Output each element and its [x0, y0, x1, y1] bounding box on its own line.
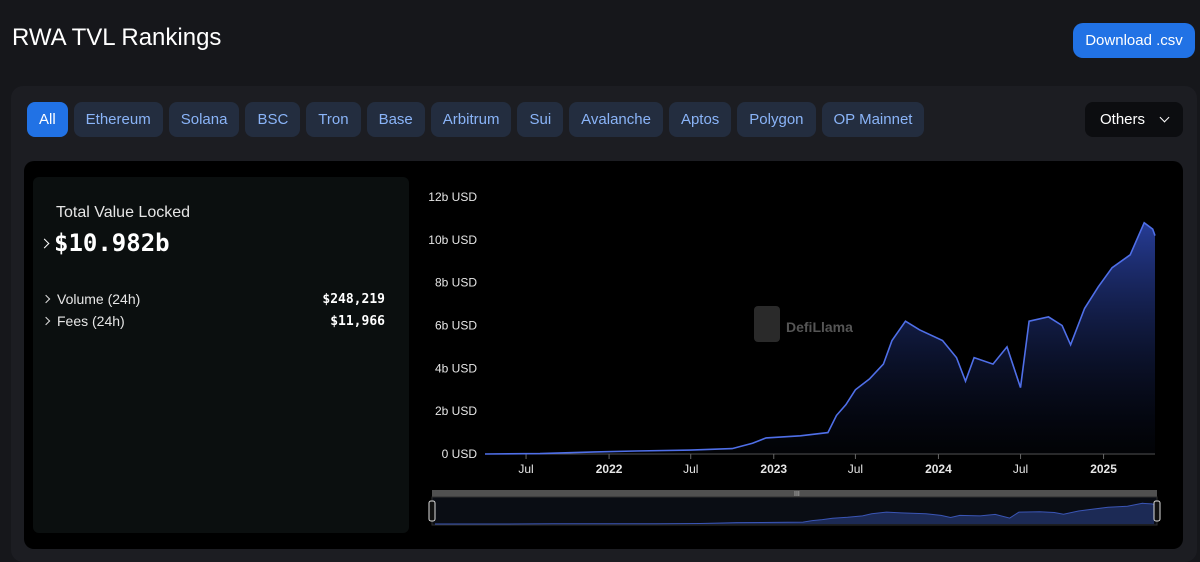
x-tick-label: Jul — [848, 462, 863, 476]
chart-container: Total Value Locked $10.982b Volume (24h)… — [24, 161, 1183, 549]
tab-solana[interactable]: Solana — [168, 102, 240, 137]
tab-arbitrum[interactable]: Arbitrum — [430, 102, 512, 137]
tab-polygon[interactable]: Polygon — [737, 102, 816, 137]
x-tick-label: Jul — [683, 462, 698, 476]
tab-base[interactable]: Base — [366, 102, 425, 137]
slider-left-handle[interactable] — [428, 500, 436, 522]
y-tick-label: 2b USD — [435, 404, 477, 418]
y-tick-label: 10b USD — [428, 233, 477, 247]
watermark-text: DefiLlama — [786, 319, 853, 335]
y-tick-label: 6b USD — [435, 319, 477, 333]
y-tick-label: 4b USD — [435, 361, 477, 375]
y-tick-label: 0 USD — [442, 447, 478, 461]
tab-tron[interactable]: Tron — [306, 102, 361, 137]
zoom-slider[interactable]: III — [428, 490, 1161, 526]
tvl-chart: DefiLlama 0 USD 2b USD 4b USD 6b USD 8b USD 1… — [428, 190, 1161, 526]
tab-sui[interactable]: Sui — [517, 102, 564, 137]
rankings-panel: All Ethereum Solana BSC Tron Base Arbitrum Sui A… — [11, 86, 1197, 562]
x-tick-label: 2024 — [925, 462, 952, 476]
x-tick-label: 2023 — [760, 462, 787, 476]
download-csv-button[interactable]: Download .csv — [1073, 23, 1195, 58]
watermark: DefiLlama — [754, 306, 853, 342]
slider-right-handle[interactable] — [1153, 500, 1161, 522]
tab-ethereum[interactable]: Ethereum — [73, 102, 163, 137]
others-dropdown[interactable]: Others — [1085, 102, 1183, 137]
tab-all[interactable]: All — [27, 102, 68, 137]
y-tick-label: 12b USD — [428, 190, 477, 204]
y-tick-label: 8b USD — [435, 276, 477, 290]
chevron-down-icon — [1159, 112, 1170, 123]
x-tick-label: 2025 — [1090, 462, 1117, 476]
tvl-area — [485, 222, 1155, 454]
defillama-logo-icon — [754, 306, 780, 342]
page-title: RWA TVL Rankings — [12, 24, 222, 51]
others-label: Others — [1099, 111, 1145, 128]
x-tick-label: Jul — [518, 462, 533, 476]
tab-aptos[interactable]: Aptos — [668, 102, 732, 137]
tab-avalanche[interactable]: Avalanche — [569, 102, 663, 137]
slider-grip-icon[interactable]: III — [794, 491, 800, 498]
x-tick-label: Jul — [1013, 462, 1028, 476]
tab-op-mainnet[interactable]: OP Mainnet — [821, 102, 925, 137]
tab-bsc[interactable]: BSC — [245, 102, 301, 137]
chain-tabs: All Ethereum Solana BSC Tron Base Arbitrum Sui A… — [27, 102, 925, 137]
x-tick-label: 2022 — [596, 462, 623, 476]
